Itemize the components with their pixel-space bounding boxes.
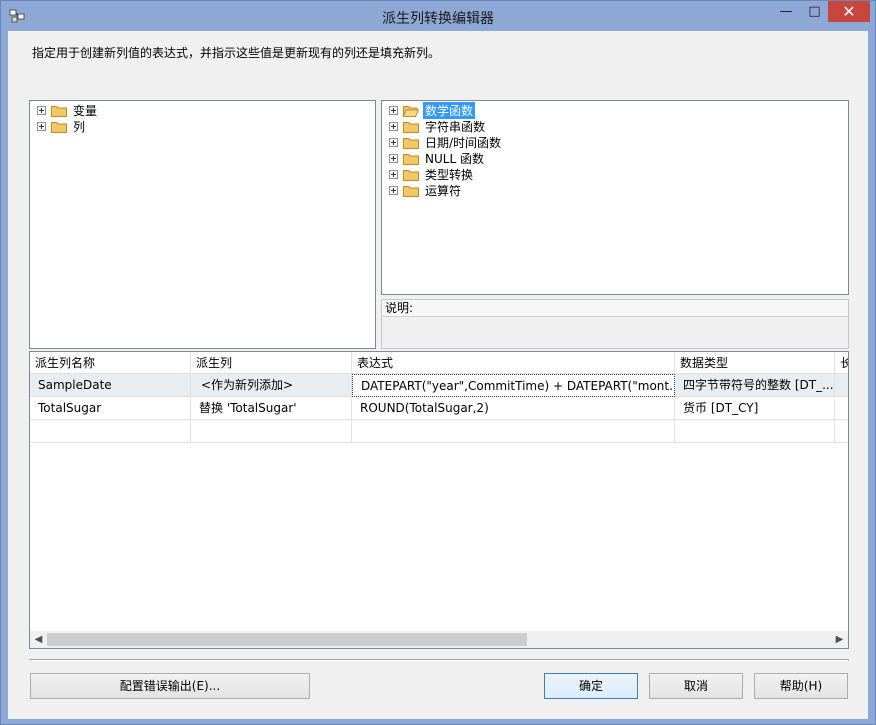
column-header-data-type[interactable]: 数据类型: [675, 352, 835, 374]
expand-icon[interactable]: [389, 169, 398, 179]
tree-label: NULL 函数: [425, 151, 484, 166]
expand-icon[interactable]: [389, 137, 398, 147]
cell-derived-column[interactable]: <作为新列添加>: [191, 374, 352, 397]
cancel-button[interactable]: 取消: [649, 673, 743, 699]
tree-label: 列: [73, 119, 86, 134]
expand-icon[interactable]: [389, 153, 398, 163]
folder-icon: [403, 185, 419, 197]
description-box: 说明:: [381, 299, 849, 349]
folder-icon: [403, 169, 419, 181]
scroll-right-icon[interactable]: ▶: [831, 631, 848, 648]
column-header-derived-name[interactable]: 派生列名称: [30, 352, 191, 374]
window-title: 派生列转换编辑器: [382, 11, 494, 27]
tree-item-type-casts[interactable]: 类型转换: [389, 166, 475, 182]
close-button[interactable]: ✕: [828, 1, 870, 22]
folder-icon: [403, 153, 419, 165]
cell-derived-name[interactable]: TotalSugar: [30, 397, 191, 420]
column-header-expression[interactable]: 表达式: [352, 352, 675, 374]
tree-label: 字符串函数: [425, 119, 486, 134]
folder-open-icon: [403, 105, 419, 117]
scroll-thumb[interactable]: [47, 633, 527, 646]
tree-item-columns[interactable]: 列: [37, 118, 87, 134]
column-header-length[interactable]: 长: [835, 352, 848, 374]
description-label: 说明:: [382, 300, 848, 317]
help-button[interactable]: 帮助(H): [754, 673, 848, 699]
maximize-button[interactable]: □: [801, 1, 828, 22]
cell-length[interactable]: [835, 374, 848, 397]
expand-icon[interactable]: [389, 105, 398, 115]
horizontal-scrollbar[interactable]: ◀ ▶: [30, 631, 848, 648]
expand-icon[interactable]: [37, 121, 46, 131]
scroll-left-icon[interactable]: ◀: [30, 631, 47, 648]
minimize-button[interactable]: —: [771, 1, 801, 22]
cell-data-type[interactable]: [675, 420, 835, 443]
column-header-derived-column[interactable]: 派生列: [191, 352, 352, 374]
tree-item-null-functions[interactable]: NULL 函数: [389, 150, 486, 166]
cell-length[interactable]: [835, 397, 848, 420]
folder-icon: [51, 105, 67, 117]
expand-icon[interactable]: [389, 185, 398, 195]
tree-label: 日期/时间函数: [425, 135, 502, 150]
cell-derived-name[interactable]: SampleDate: [30, 374, 191, 397]
dialog-window: 派生列转换编辑器 — □ ✕ 指定用于创建新列值的表达式，并指示这些值是更新现有…: [0, 0, 876, 725]
cell-expression[interactable]: [352, 420, 675, 443]
tree-label: 类型转换: [425, 167, 474, 182]
expand-icon[interactable]: [389, 121, 398, 131]
configure-error-output-button[interactable]: 配置错误输出(E)...: [30, 673, 310, 699]
tree-item-variables[interactable]: 变量: [37, 102, 99, 118]
table-row-new[interactable]: [30, 420, 848, 443]
grid-header-row: 派生列名称 派生列 表达式 数据类型 长: [30, 352, 848, 374]
cell-derived-name[interactable]: [30, 420, 191, 443]
separator-line: [29, 659, 849, 661]
tree-item-math-functions[interactable]: 数学函数: [389, 101, 476, 119]
title-bar[interactable]: 派生列转换编辑器 — □ ✕: [1, 1, 875, 31]
folder-icon: [403, 121, 419, 133]
cell-derived-column[interactable]: [191, 420, 352, 443]
cell-expression[interactable]: DATEPART("year",CommitTime) + DATEPART("…: [352, 374, 675, 397]
instruction-text: 指定用于创建新列值的表达式，并指示这些值是更新现有的列还是填充新列。: [32, 46, 441, 60]
tree-label: 变量: [73, 103, 98, 118]
dialog-client-area: 指定用于创建新列值的表达式，并指示这些值是更新现有的列还是填充新列。 变量 列 …: [8, 31, 868, 719]
cell-expression[interactable]: ROUND(TotalSugar,2): [352, 397, 675, 420]
derived-columns-grid[interactable]: 派生列名称 派生列 表达式 数据类型 长 SampleDate <作为新列添加>…: [29, 351, 849, 649]
functions-tree[interactable]: 数学函数 字符串函数 日期/时间函数 NULL 函数 类型转换 运算符: [381, 100, 849, 295]
tree-label: 数学函数: [423, 101, 476, 119]
cell-derived-column[interactable]: 替换 'TotalSugar': [191, 397, 352, 420]
tree-label: 运算符: [425, 183, 462, 198]
tree-item-operators[interactable]: 运算符: [389, 182, 463, 198]
cell-length[interactable]: [835, 420, 848, 443]
expand-icon[interactable]: [37, 105, 46, 115]
folder-icon: [51, 121, 67, 133]
variables-columns-tree[interactable]: 变量 列: [29, 100, 376, 349]
cell-data-type[interactable]: 货币 [DT_CY]: [675, 397, 835, 420]
ok-button[interactable]: 确定: [544, 673, 638, 699]
cell-data-type[interactable]: 四字节带符号的整数 [DT_...: [675, 374, 835, 397]
table-row[interactable]: TotalSugar 替换 'TotalSugar' ROUND(TotalSu…: [30, 397, 848, 420]
tree-item-string-functions[interactable]: 字符串函数: [389, 118, 487, 134]
table-row[interactable]: SampleDate <作为新列添加> DATEPART("year",Comm…: [30, 374, 848, 397]
tree-item-datetime-functions[interactable]: 日期/时间函数: [389, 134, 503, 150]
folder-icon: [403, 137, 419, 149]
